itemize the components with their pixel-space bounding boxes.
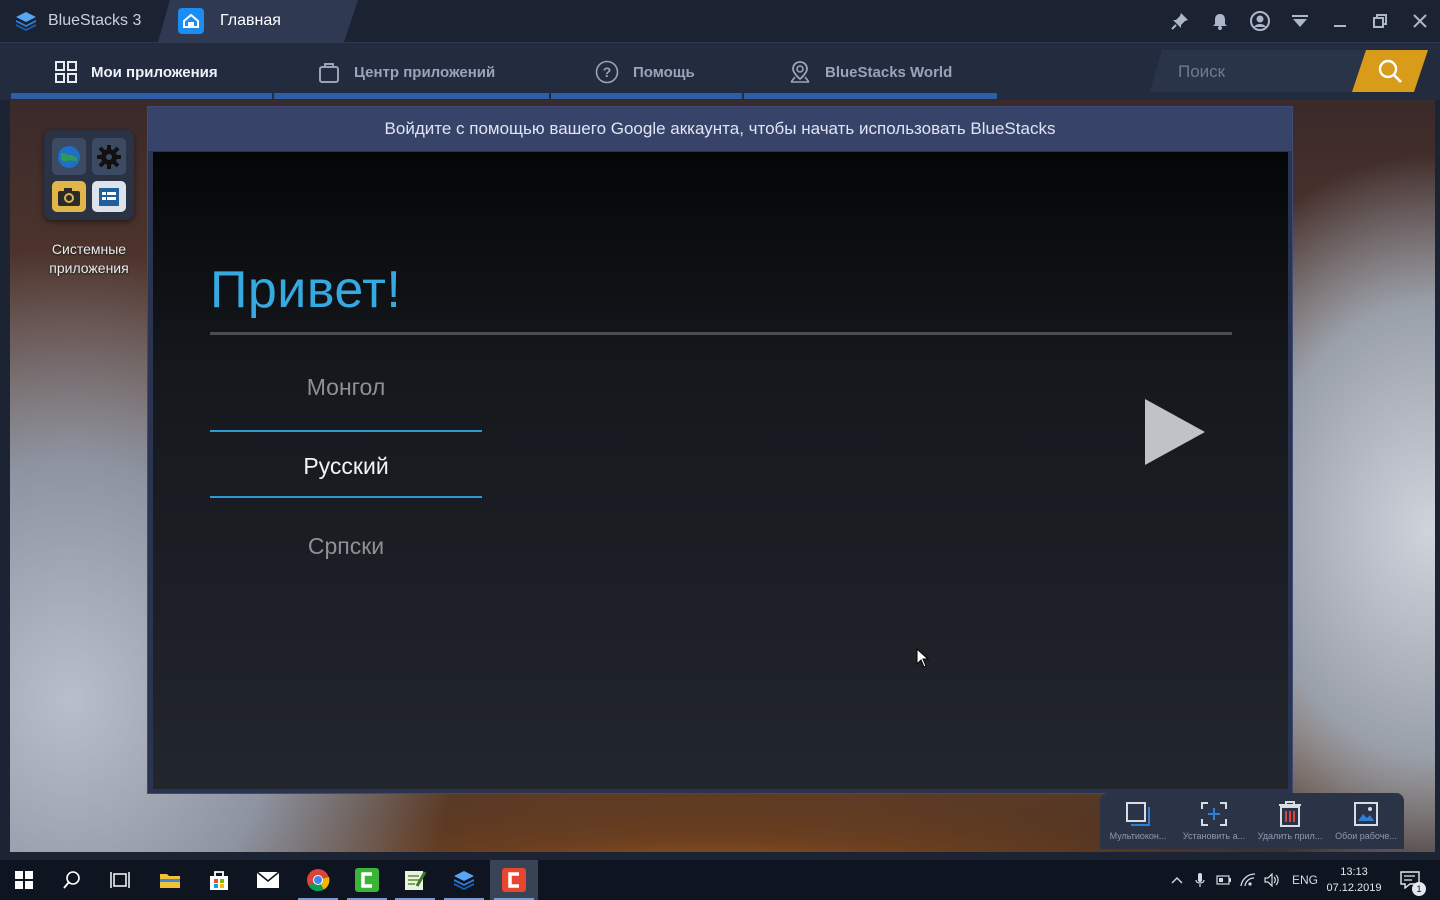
file-explorer-button[interactable] <box>146 860 194 900</box>
window-controls <box>1160 0 1440 42</box>
notepad-button[interactable] <box>391 860 439 900</box>
wifi-icon[interactable] <box>1236 873 1260 887</box>
delete-app-icon <box>1279 801 1301 827</box>
grid-icon <box>55 61 77 83</box>
install-apk-label: Установить а... <box>1182 831 1246 841</box>
system-apps-label: Системные приложения <box>49 241 129 276</box>
next-arrow-button[interactable] <box>1143 397 1207 472</box>
title-bar: BlueStacks 3 Главная <box>0 0 1440 42</box>
file-manager-icon <box>92 181 126 212</box>
nav-underline-my-apps <box>11 93 272 99</box>
nav-underline-app-center <box>274 93 549 99</box>
chrome-icon <box>307 869 330 892</box>
svg-text:?: ? <box>603 64 612 80</box>
help-icon: ? <box>595 60 619 84</box>
mail-icon <box>256 871 280 888</box>
app-name: BlueStacks 3 <box>48 12 142 29</box>
google-signin-dialog: Войдите с помощью вашего Google аккаунта… <box>147 106 1293 794</box>
android-setup-screen: Привет! Монгол Русский Српски <box>153 152 1288 789</box>
install-apk-button[interactable]: Установить а... <box>1176 793 1252 849</box>
install-apk-icon <box>1201 802 1227 826</box>
store-button[interactable] <box>195 860 243 900</box>
task-view-button[interactable] <box>96 860 144 900</box>
camtasia-icon <box>355 868 379 892</box>
action-center-button[interactable]: 1 <box>1390 860 1430 900</box>
file-explorer-icon <box>160 874 180 888</box>
camtasia-recorder-icon <box>502 868 526 892</box>
search-placeholder: Поиск <box>1178 62 1226 81</box>
wallpaper-icon <box>1354 802 1378 826</box>
multi-instance-label: Мультиокон... <box>1109 831 1167 841</box>
camtasia-button[interactable] <box>343 860 391 900</box>
clock-time: 13:13 <box>1340 866 1368 878</box>
taskbar-clock[interactable]: 13:13 07.12.2019 <box>1318 864 1390 896</box>
nav-underline-help <box>551 93 742 99</box>
battery-icon[interactable] <box>1212 875 1236 885</box>
start-button[interactable] <box>0 860 48 900</box>
close-icon[interactable] <box>1400 0 1440 42</box>
task-view-icon <box>110 872 130 888</box>
camera-icon <box>52 181 86 212</box>
greeting-title: Привет! <box>210 261 402 319</box>
minimize-icon[interactable] <box>1320 0 1360 42</box>
microphone-icon[interactable] <box>1188 872 1212 888</box>
start-icon <box>15 871 33 889</box>
multi-instance-button[interactable]: Мультиокон... <box>1100 793 1176 849</box>
wallpaper-label: Обои рабоче... <box>1335 831 1397 841</box>
language-option-russian[interactable]: Русский <box>210 453 482 480</box>
chrome-button[interactable] <box>294 860 342 900</box>
search-icon <box>63 871 80 889</box>
notepad-icon <box>405 871 427 890</box>
bluestacks-taskbar-button[interactable] <box>440 860 488 900</box>
mouse-cursor-icon <box>916 647 930 673</box>
input-language-indicator[interactable]: ENG <box>1288 873 1322 887</box>
camtasia-recorder-button[interactable] <box>490 860 538 900</box>
mail-button[interactable] <box>244 860 292 900</box>
bottom-toolbar: Мультиокон... Установить а... Удалить пр… <box>1100 793 1404 849</box>
clock-date: 07.12.2019 <box>1326 882 1382 894</box>
search-taskbar-button[interactable] <box>48 860 96 900</box>
search-icon <box>1377 58 1403 84</box>
bell-icon[interactable] <box>1200 0 1240 42</box>
settings-icon <box>92 138 126 175</box>
language-option-serbian[interactable]: Српски <box>210 533 482 560</box>
store-icon <box>210 871 228 890</box>
language-picker-top-line <box>210 430 482 432</box>
nav-underline-world <box>744 93 997 99</box>
delete-app-button[interactable]: Удалить прил... <box>1252 793 1328 849</box>
system-apps-folder[interactable] <box>44 130 134 220</box>
windows-taskbar: ENG 13:13 07.12.2019 1 <box>0 860 1440 900</box>
menu-down-icon[interactable] <box>1280 0 1320 42</box>
dialog-header: Войдите с помощью вашего Google аккаунта… <box>148 107 1292 151</box>
home-tab-label: Главная <box>220 12 281 29</box>
nav-help-label: Помощь <box>633 63 695 81</box>
browser-icon <box>52 138 86 175</box>
chevron-up-icon[interactable] <box>1166 876 1188 884</box>
bluestacks-logo-icon <box>16 12 36 31</box>
volume-icon[interactable] <box>1260 873 1284 887</box>
notification-count-badge: 1 <box>1412 882 1426 896</box>
home-icon <box>178 8 204 34</box>
language-picker-bottom-line <box>210 496 482 498</box>
app-tab[interactable]: BlueStacks 3 <box>0 0 160 42</box>
multi-instance-icon <box>1126 802 1150 826</box>
nav-bluestacks-world-label: BlueStacks World <box>825 63 953 81</box>
restore-icon[interactable] <box>1360 0 1400 42</box>
play-arrow-icon <box>1145 399 1205 465</box>
system-tray: ENG <box>1166 860 1322 900</box>
bluestacks-icon <box>454 871 474 890</box>
bag-icon <box>318 61 340 83</box>
delete-app-label: Удалить прил... <box>1257 831 1323 841</box>
nav-my-apps-label: Мои приложения <box>91 63 218 81</box>
wallpaper-button[interactable]: Обои рабоче... <box>1328 793 1404 849</box>
home-tab[interactable]: Главная <box>158 0 358 42</box>
account-icon[interactable] <box>1240 0 1280 42</box>
nav-app-center-label: Центр приложений <box>354 63 496 81</box>
map-pin-icon <box>789 60 811 84</box>
greeting-divider <box>210 332 1232 335</box>
pin-icon[interactable] <box>1160 0 1200 42</box>
language-option-mongolian[interactable]: Монгол <box>210 374 482 401</box>
